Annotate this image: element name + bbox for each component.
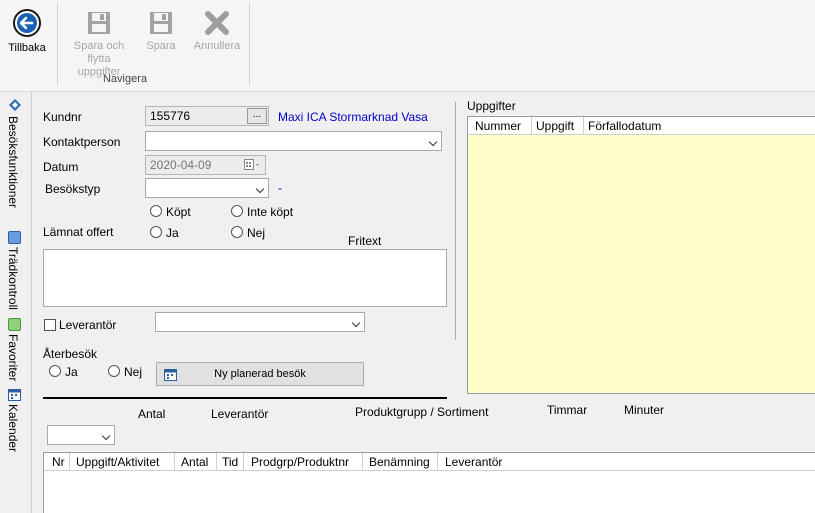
minuter-header: Minuter xyxy=(624,403,665,417)
inte-kopt-label: Inte köpt xyxy=(247,205,294,219)
column-separator xyxy=(216,453,217,471)
lamnat-offert-label: Lämnat offert xyxy=(43,225,114,239)
besokstyp-label: Besökstyp xyxy=(45,182,101,196)
antal-header: Antal xyxy=(138,407,166,421)
tree-control-icon xyxy=(8,231,21,244)
side-tab-tradkontroll[interactable]: Trädkontroll xyxy=(6,247,20,310)
col-uppgift-aktivitet[interactable]: Uppgift/Aktivitet xyxy=(72,455,159,469)
side-tab-favoriter[interactable]: Favoriter xyxy=(6,334,20,381)
section-divider xyxy=(43,397,447,399)
aterbesok-ja-radio[interactable] xyxy=(49,365,61,377)
kontaktperson-label: Kontaktperson xyxy=(43,135,121,149)
back-button[interactable]: Tillbaka xyxy=(4,4,50,55)
offert-ja-label: Ja xyxy=(166,226,179,240)
close-icon xyxy=(205,11,229,35)
ny-planerad-besok-label: Ny planerad besök xyxy=(214,368,306,380)
inte-kopt-radio[interactable] xyxy=(231,205,243,217)
col-forfallodatum[interactable]: Förfallodatum xyxy=(584,119,661,133)
activity-grid-header: Nr Uppgift/Aktivitet Antal Tid Prodgrp/P… xyxy=(44,453,815,471)
visit-functions-icon xyxy=(9,99,21,111)
datum-label: Datum xyxy=(43,160,79,174)
fritext-textarea[interactable] xyxy=(43,249,447,307)
aterbesok-label: Återbesök xyxy=(43,347,98,361)
ribbon-toolbar: Tillbaka Spara och flytta uppgifter Spar… xyxy=(0,0,815,92)
browse-customer-button[interactable]: ... xyxy=(247,108,267,124)
customer-name-link[interactable]: Maxi ICA Stormarknad Vasa xyxy=(278,110,428,124)
side-tab-kalender[interactable]: Kalender xyxy=(6,404,20,452)
col-prodgrp-produktnr[interactable]: Prodgrp/Produktnr xyxy=(247,455,349,469)
calendar-icon xyxy=(164,369,177,381)
kopt-label: Köpt xyxy=(166,205,191,219)
column-separator xyxy=(437,453,438,471)
leverantor-label: Leverantör xyxy=(59,318,117,332)
aterbesok-nej-radio[interactable] xyxy=(108,365,120,377)
floppy-disk-icon xyxy=(150,12,172,34)
entry-type-select[interactable] xyxy=(47,425,115,445)
col-benamning[interactable]: Benämning xyxy=(365,455,430,469)
column-separator xyxy=(243,453,244,471)
offert-ja-radio[interactable] xyxy=(150,226,162,238)
fritext-label: Fritext xyxy=(348,234,382,248)
leverantor-select[interactable] xyxy=(155,312,365,332)
uppgifter-grid-header: Nummer Uppgift Förfallodatum xyxy=(468,117,815,135)
col-uppgift[interactable]: Uppgift xyxy=(532,119,574,133)
floppy-disk-icon xyxy=(88,12,110,34)
uppgifter-title: Uppgifter xyxy=(467,99,516,113)
panel-border xyxy=(31,92,32,513)
activity-grid[interactable]: Nr Uppgift/Aktivitet Antal Tid Prodgrp/P… xyxy=(43,452,815,513)
besokstyp-suffix: - xyxy=(278,181,282,195)
arrow-left-icon xyxy=(13,9,41,37)
save-and-move-button[interactable]: Spara och flytta uppgifter xyxy=(68,4,130,79)
col-nummer[interactable]: Nummer xyxy=(471,119,521,133)
back-label: Tillbaka xyxy=(8,42,46,54)
ny-planerad-besok-button[interactable]: Ny planerad besök xyxy=(156,362,364,386)
kontaktperson-select[interactable] xyxy=(145,131,442,151)
column-separator xyxy=(362,453,363,471)
kundnr-value: 155776 xyxy=(150,109,191,123)
cancel-label: Annullera xyxy=(193,40,241,52)
save-label: Spara xyxy=(146,40,176,52)
col-tid[interactable]: Tid xyxy=(218,455,238,469)
col-nr[interactable]: Nr xyxy=(48,455,65,469)
ribbon-separator xyxy=(249,2,250,86)
cancel-button[interactable]: Annullera xyxy=(190,4,244,53)
ribbon-group-label: Navigera xyxy=(102,73,148,85)
col-antal[interactable]: Antal xyxy=(177,455,208,469)
kundnr-label: Kundnr xyxy=(43,110,82,124)
side-tab-besoksfunktioner[interactable]: Besöksfunktioner xyxy=(6,116,20,208)
side-tab-bar: Besöksfunktioner Trädkontroll Favoriter … xyxy=(0,92,30,513)
ribbon-separator xyxy=(57,2,58,86)
offert-nej-radio[interactable] xyxy=(231,226,243,238)
offert-nej-label: Nej xyxy=(247,226,266,240)
column-separator xyxy=(174,453,175,471)
besokstyp-select[interactable] xyxy=(145,178,269,198)
uppgifter-grid[interactable]: Nummer Uppgift Förfallodatum xyxy=(467,116,815,394)
save-button[interactable]: Spara xyxy=(142,4,180,53)
calendar-dropdown-icon[interactable] xyxy=(244,159,262,171)
col-leverantor[interactable]: Leverantör xyxy=(441,455,502,469)
aterbesok-nej-label: Nej xyxy=(124,365,143,379)
kopt-radio[interactable] xyxy=(150,205,162,217)
datum-field[interactable]: 2020-04-09 xyxy=(145,155,266,175)
leverantor-header: Leverantör xyxy=(211,407,269,421)
column-separator xyxy=(69,453,70,471)
vertical-divider xyxy=(455,102,456,340)
aterbesok-ja-label: Ja xyxy=(65,365,78,379)
favorites-icon xyxy=(8,318,21,331)
calendar-icon xyxy=(8,389,21,401)
timmar-header: Timmar xyxy=(547,403,588,417)
produktgrupp-header: Produktgrupp / Sortiment xyxy=(355,405,489,419)
datum-value: 2020-04-09 xyxy=(150,158,212,172)
leverantor-checkbox[interactable] xyxy=(44,319,56,331)
